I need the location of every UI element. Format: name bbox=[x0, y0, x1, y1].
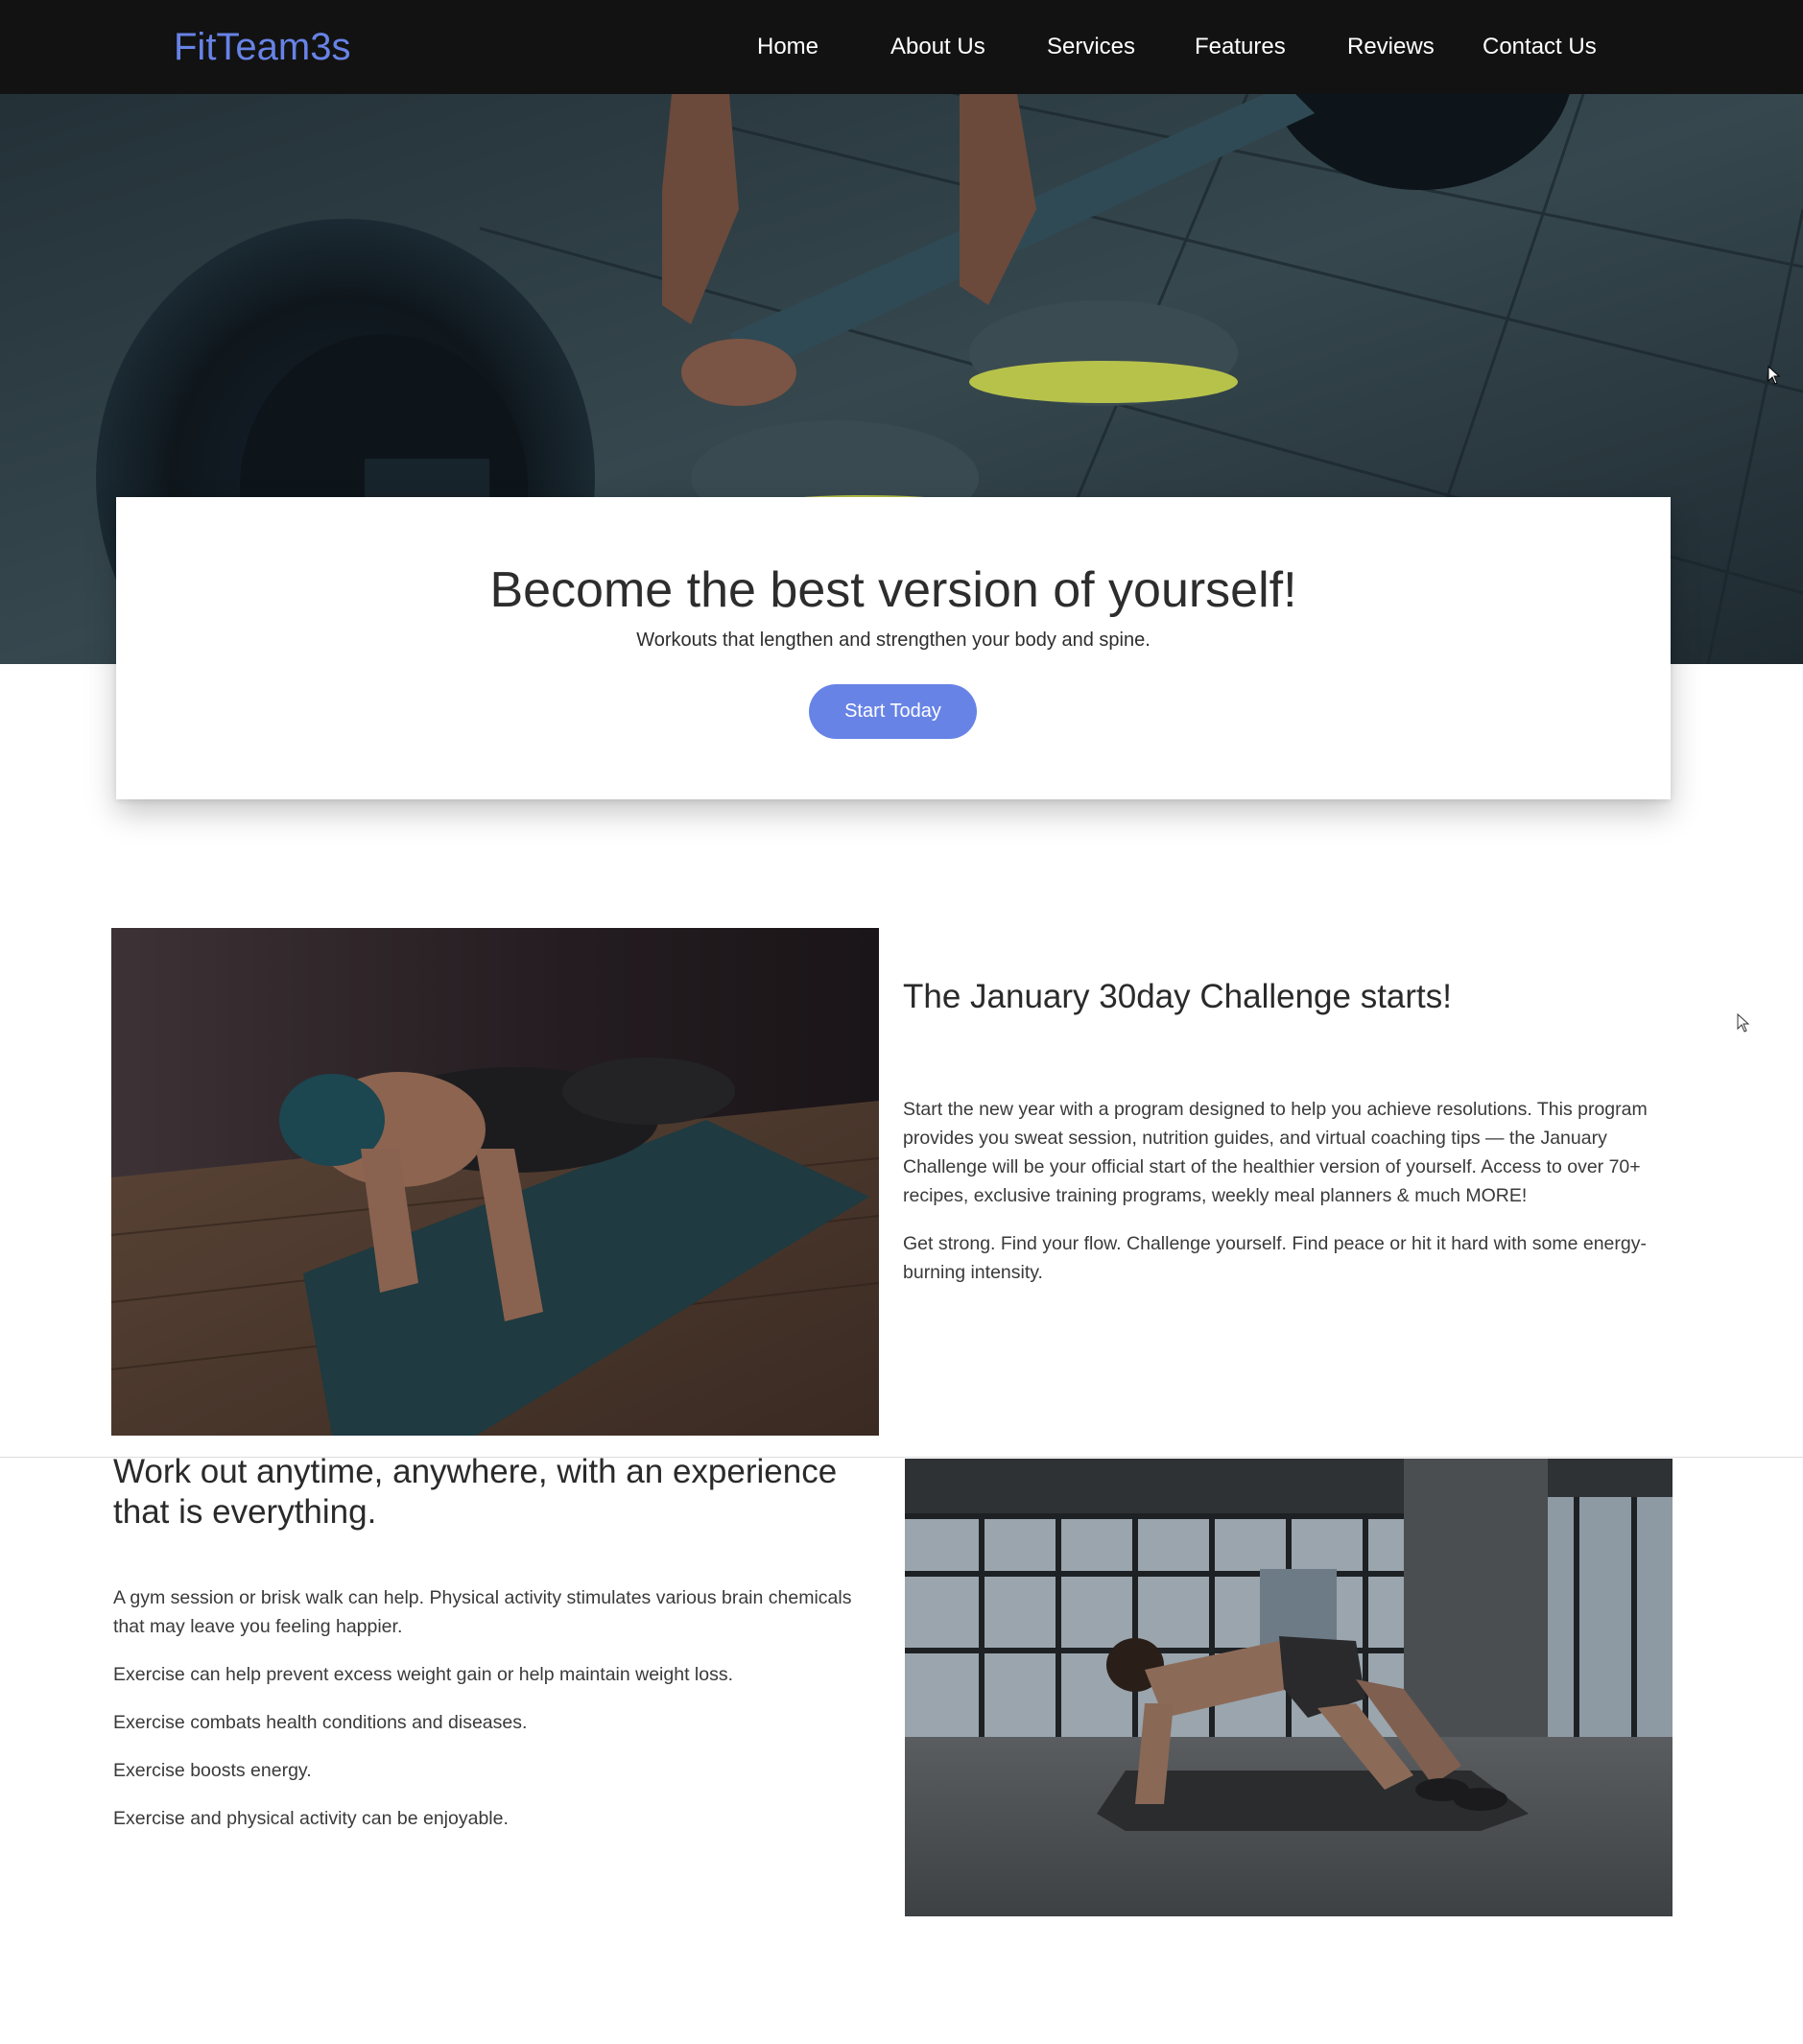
nav-item-about-us[interactable]: About Us bbox=[890, 33, 985, 61]
challenge-title: The January 30day Challenge starts! bbox=[903, 978, 1452, 1015]
nav-item-services[interactable]: Services bbox=[1047, 33, 1135, 61]
mouse-cursor-icon bbox=[1737, 1013, 1750, 1033]
woman-pushup-image bbox=[111, 928, 879, 1436]
start-today-button[interactable]: Start Today bbox=[809, 684, 977, 739]
nav-item-contact-us[interactable]: Contact Us bbox=[1483, 33, 1597, 61]
benefit-paragraph: A gym session or brisk walk can help. Ph… bbox=[113, 1587, 852, 1637]
benefit-paragraph: Exercise combats health conditions and d… bbox=[113, 1712, 528, 1733]
nav-item-home[interactable]: Home bbox=[757, 33, 818, 61]
benefit-paragraph: Exercise boosts energy. bbox=[113, 1760, 312, 1781]
challenge-paragraph: Get strong. Find your flow. Challenge yo… bbox=[903, 1233, 1647, 1283]
man-workout-image bbox=[905, 1459, 1673, 1916]
mouse-cursor-icon bbox=[1767, 366, 1781, 385]
brand-logo[interactable]: FitTeam3s bbox=[174, 23, 351, 71]
woman-pushup-photo-icon bbox=[111, 928, 879, 1436]
hero-subtitle: Workouts that lengthen and strengthen yo… bbox=[636, 630, 1151, 651]
nav-item-reviews[interactable]: Reviews bbox=[1347, 33, 1435, 61]
hero-title: Become the best version of yourself! bbox=[489, 562, 1297, 618]
benefit-paragraph: Exercise and physical activity can be en… bbox=[113, 1808, 509, 1829]
hero-card: Become the best version of yourself! Wor… bbox=[116, 497, 1671, 799]
nav-item-features[interactable]: Features bbox=[1195, 33, 1286, 61]
challenge-paragraph: Start the new year with a program design… bbox=[903, 1099, 1648, 1206]
workout-anytime-title: Work out anytime, anywhere, with an expe… bbox=[113, 1453, 838, 1531]
benefit-paragraph: Exercise can help prevent excess weight … bbox=[113, 1664, 734, 1685]
man-mountain-climber-photo-icon bbox=[905, 1459, 1673, 1916]
navbar: FitTeam3s Home About Us Services Feature… bbox=[0, 0, 1803, 94]
